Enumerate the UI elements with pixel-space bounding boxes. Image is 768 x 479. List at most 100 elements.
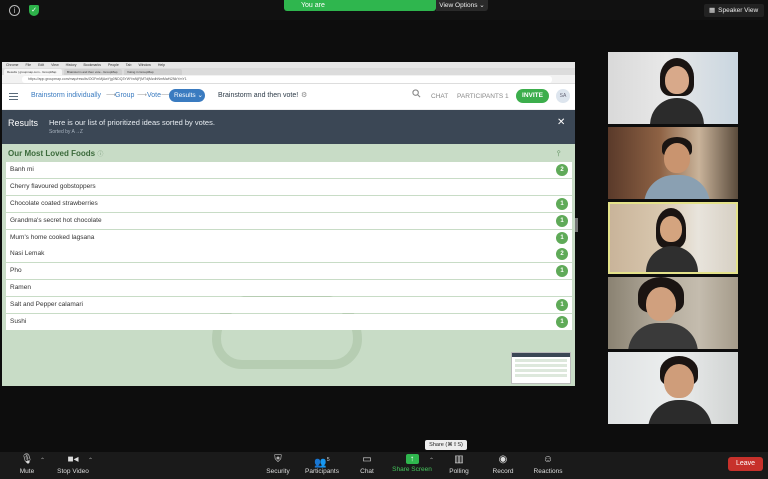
vote-count-badge: 1 [556, 231, 568, 244]
menu-item[interactable]: Help [158, 63, 165, 67]
participant-video-tile[interactable] [608, 127, 738, 199]
list-item[interactable]: Nasi Lemak 2 [6, 246, 572, 263]
menu-item[interactable]: People [108, 63, 119, 67]
participant-face [660, 216, 682, 242]
participant-face [665, 66, 689, 94]
item-label: Nasi Lemak [10, 250, 45, 258]
sharing-banner: You are [284, 0, 436, 11]
results-banner: Results Here is our list of prioritized … [2, 110, 575, 144]
participant-body [644, 175, 710, 199]
results-list: Banh mi 2 Cherry flavoured gobstoppers Ch… [6, 162, 572, 331]
zoom-toolbar: 🎙 Mute ⌃ ■◂ Stop Video ⌃ ⛨ Security 👥5 Parti… [0, 452, 768, 479]
item-label: Ramen [10, 284, 31, 292]
participant-face [664, 364, 694, 398]
menu-item[interactable]: Window [138, 63, 150, 67]
minimap-thumbnail[interactable] [511, 352, 571, 384]
chevron-up-icon[interactable]: ⌃ [40, 457, 45, 464]
polling-button[interactable]: ▥ Polling [448, 454, 470, 475]
microphone-icon: 🎙 [20, 454, 34, 465]
list-item[interactable]: Ramen [6, 280, 572, 297]
chat-button[interactable]: ▭ Chat [358, 454, 376, 475]
avatar[interactable]: SA [556, 89, 570, 103]
mute-label: Mute [19, 468, 35, 475]
menu-item[interactable]: Edit [38, 63, 44, 67]
menu-item[interactable]: File [25, 63, 31, 67]
participant-body [648, 400, 712, 424]
vote-count-badge: 1 [556, 197, 568, 210]
participant-body [628, 323, 698, 349]
vote-count-badge: 1 [556, 316, 568, 329]
menu-icon[interactable] [9, 93, 18, 100]
participant-video-tile[interactable] [608, 52, 738, 124]
menu-item[interactable]: Bookmarks [83, 63, 101, 67]
chevron-up-icon[interactable]: ⌃ [429, 457, 434, 464]
item-label: Banh mi [10, 166, 34, 173]
list-item[interactable]: Banh mi 2 [6, 162, 572, 178]
speaker-view-button[interactable]: ▦ Speaker View [704, 4, 764, 17]
menu-item[interactable]: Tab [126, 63, 132, 67]
polling-label: Polling [449, 468, 469, 475]
share-screen-button[interactable]: ↑ Share Screen [390, 454, 434, 473]
chat-label: Chat [360, 468, 374, 475]
resize-handle[interactable] [575, 218, 578, 232]
close-icon[interactable]: ✕ [557, 117, 565, 128]
filter-icon[interactable]: ⫯ [557, 149, 560, 159]
browser-toolbar: https://app.groupmap.com/map/results/OGF… [2, 75, 575, 84]
meeting-info-icon[interactable]: i [9, 5, 20, 16]
item-label: Chocolate coated strawberries [10, 199, 98, 207]
active-speaker-video-tile[interactable] [608, 202, 738, 274]
info-icon: ⓘ [97, 152, 104, 158]
participant-video-tile[interactable] [608, 352, 738, 424]
list-item[interactable]: Chocolate coated strawberries 1 [6, 195, 572, 212]
breadcrumb-group[interactable]: Group [115, 92, 134, 99]
camera-icon: ■◂ [67, 454, 79, 465]
participants-button[interactable]: 👥5 Participants [303, 454, 341, 475]
participants-link[interactable]: PARTICIPANTS 1 [457, 93, 509, 100]
breadcrumb-results[interactable]: Results ⌄ [169, 89, 205, 102]
leave-button[interactable]: Leave [728, 457, 763, 471]
list-item[interactable]: Salt and Pepper calamari 1 [6, 297, 572, 314]
participant-video-tile[interactable] [608, 277, 738, 349]
address-bar[interactable]: https://app.groupmap.com/map/results/OGF… [22, 76, 552, 83]
encryption-shield-icon[interactable]: ✓ [29, 5, 39, 16]
breadcrumb-brainstorm[interactable]: Brainstorm individually [31, 92, 101, 99]
list-item[interactable]: Mum's home cooked lagsana 1 [6, 229, 572, 246]
board-title: Brainstorm and then vote! [218, 92, 299, 99]
record-button[interactable]: ◉ Record [491, 454, 515, 475]
participant-face [646, 287, 676, 321]
search-icon[interactable] [412, 89, 421, 98]
minimap-row [515, 369, 567, 372]
reactions-label: Reactions [533, 468, 563, 475]
item-label: Salt and Pepper calamari [10, 301, 83, 309]
record-label: Record [492, 468, 514, 475]
share-screen-label: Share Screen [392, 466, 432, 473]
participants-icon: 👥5 [314, 457, 330, 469]
list-item[interactable]: Pho 1 [6, 263, 572, 280]
menu-item[interactable]: View [51, 63, 59, 67]
menu-item[interactable]: Chrome [6, 63, 18, 67]
list-item[interactable]: Grandma's secret hot chocolate 1 [6, 212, 572, 229]
speaker-view-label: Speaker View [718, 7, 759, 14]
security-label: Security [266, 468, 290, 475]
view-options-button[interactable]: View Options ⌄ [436, 0, 488, 11]
reactions-button[interactable]: ☺ Reactions [531, 454, 565, 475]
app-header: Brainstorm individually ⟶ Group ⟶ Vote ⟶… [2, 84, 575, 110]
zoom-top-bar: i ✓ You are View Options ⌄ ▦ Speaker View [0, 0, 768, 20]
security-button[interactable]: ⛨ Security [264, 454, 292, 475]
breadcrumb-vote[interactable]: Vote [147, 92, 161, 99]
chat-link[interactable]: CHAT [431, 93, 448, 100]
vote-count-badge: 2 [556, 248, 568, 261]
list-item[interactable]: Sushi 1 [6, 314, 572, 331]
invite-button[interactable]: INVITE [516, 89, 549, 103]
item-label: Mum's home cooked lagsana [10, 233, 95, 241]
view-options-label: View Options [439, 2, 478, 9]
menu-item[interactable]: History [66, 63, 77, 67]
sort-label[interactable]: Sorted by A→Z [49, 129, 83, 135]
chevron-up-icon[interactable]: ⌃ [88, 457, 93, 464]
mute-button[interactable]: 🎙 Mute [16, 454, 38, 475]
item-label: Grandma's secret hot chocolate [10, 216, 102, 224]
stop-video-button[interactable]: ■◂ Stop Video [55, 454, 91, 475]
gear-icon[interactable]: ⚙ [301, 91, 307, 99]
list-item[interactable]: Cherry flavoured gobstoppers [6, 178, 572, 195]
arrow-right-icon: ⟶ [137, 92, 148, 99]
